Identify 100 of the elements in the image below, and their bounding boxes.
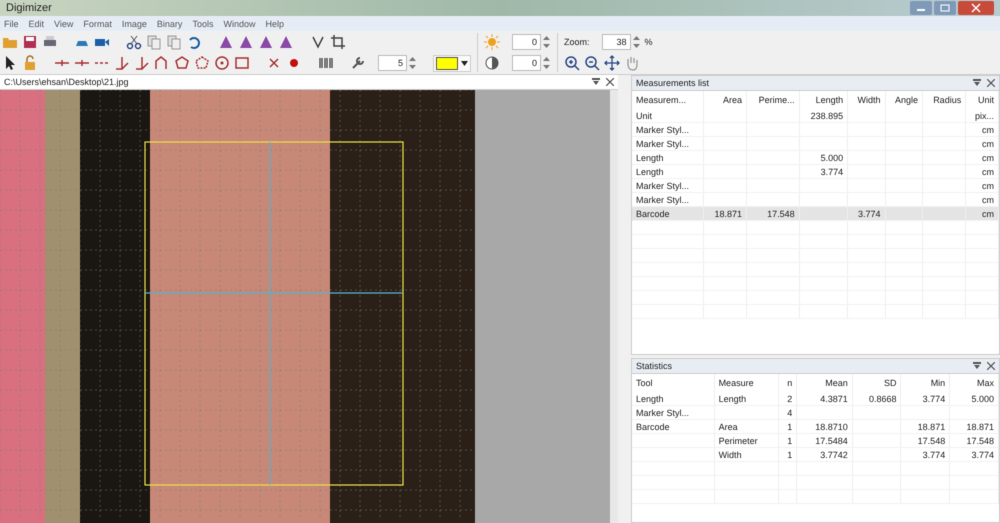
menu-item[interactable]: Help [265,18,284,28]
close-icon[interactable] [987,79,995,87]
column-header[interactable]: Measure [714,374,778,392]
table-cell: 0.8668 [868,394,896,404]
table-cell: 17.548 [966,436,994,446]
menu-item[interactable]: View [54,18,74,28]
table-row[interactable]: Barcode 18.871 17.548 3.774 cm [632,206,998,220]
table-cell: 18.871 [714,208,742,218]
column-header[interactable]: Length [799,91,848,109]
menu-item[interactable]: Edit [28,18,44,28]
column-header[interactable]: Measurem... [632,91,704,109]
table-cell: 4 [787,408,792,418]
table-cell: 3.7742 [820,450,848,460]
spin-field[interactable]: 5 [378,55,407,71]
table-cell: Barcode [636,422,670,432]
table-row[interactable]: Marker Styl... cm [632,178,998,192]
spinner-arrows-icon[interactable] [632,34,641,50]
polygon-icon[interactable] [174,55,190,71]
panel-title: Measurements list [636,78,710,88]
angle-icon[interactable] [134,55,150,71]
minimize-icon[interactable] [910,1,932,15]
column-header[interactable]: Radius [922,91,966,109]
table-row[interactable]: Marker Styl... cm [632,122,998,136]
column-header[interactable]: Tool [632,374,714,392]
table-cell: 18.871 [918,422,946,432]
table-cell: Marker Styl... [636,180,690,190]
column-header[interactable]: Perime... [746,91,800,109]
barcode-icon[interactable] [318,55,334,71]
column-header[interactable]: Min [900,374,950,392]
spinner-arrows-icon[interactable] [408,55,417,71]
table-cell: Perimeter [718,436,758,446]
table-cell: cm [982,208,994,218]
table-cell: cm [982,152,994,162]
menu-item[interactable]: Format [83,18,112,28]
dropdown-arrow-icon[interactable] [461,60,468,66]
table-cell: 5.000 [820,152,844,162]
spinner-arrows-icon[interactable] [542,55,551,71]
polyline-icon[interactable] [154,55,170,71]
wrench-icon[interactable] [350,55,366,71]
lock-icon[interactable] [22,55,38,71]
table-row[interactable]: Length 3.774 cm [632,164,998,178]
zoom-label: Zoom: [564,37,590,47]
triangle-icon[interactable] [258,34,274,50]
spin-field[interactable]: 0 [512,34,541,50]
table-row[interactable]: Marker Styl... cm [632,136,998,150]
table-cell: 1 [787,450,792,460]
spin-field[interactable]: 38 [602,34,631,50]
table-cell: Barcode [636,208,670,218]
column-header[interactable]: Mean [796,374,852,392]
table-cell: 2 [787,394,792,404]
circle-icon[interactable] [214,55,230,71]
column-header[interactable]: Unit [966,91,998,109]
column-header[interactable]: n [778,374,797,392]
menu-item[interactable]: File [4,18,19,28]
column-header[interactable]: Area [704,91,747,109]
spinner-arrows-icon[interactable] [542,34,551,50]
restore-icon[interactable] [934,1,956,15]
menu-item[interactable]: Image [122,18,147,28]
zoom-in-icon[interactable] [564,55,580,71]
menu-item[interactable]: Binary [156,18,182,28]
angle-icon[interactable] [114,55,130,71]
color-picker[interactable] [433,54,471,72]
menu-item[interactable]: Tools [192,18,214,28]
spin-field[interactable]: 0 [512,55,541,71]
table-cell: Marker Styl... [636,194,690,204]
table-cell: pix... [974,110,994,120]
column-header[interactable]: SD [852,374,901,392]
table-cell: cm [982,194,994,204]
table-row[interactable]: Length 5.000 cm [632,150,998,164]
dotted-polygon-icon[interactable] [194,55,210,71]
cut-icon[interactable] [126,34,142,50]
save-icon[interactable] [22,34,38,50]
rectangle-icon[interactable] [234,55,250,71]
column-header[interactable]: Width [848,91,886,109]
percent-label: % [644,37,653,47]
menu-item[interactable]: Window [223,18,256,28]
table-cell: 3.774 [922,450,946,460]
column-header[interactable]: Angle [885,91,922,109]
move-icon[interactable] [604,55,620,71]
table-cell: 1 [787,422,792,432]
table-cell: 3.774 [971,450,994,460]
table-cell: Length [636,152,664,162]
table-cell: Width [718,450,742,460]
table-row[interactable]: Unit 238.895 pix... [632,109,998,122]
crop-icon[interactable] [330,34,346,50]
close-icon[interactable] [958,1,994,15]
table-cell: Length [718,394,746,404]
triangle-icon[interactable] [278,34,294,50]
triangle-icon[interactable] [218,34,234,50]
contrast-icon[interactable] [484,55,500,71]
column-header[interactable]: Max [950,374,998,392]
triangle-icon[interactable] [238,34,254,50]
table-cell: 18.871 [966,422,994,432]
table-cell: Marker Styl... [636,124,690,134]
close-icon[interactable] [987,362,995,370]
scrollbar[interactable] [610,90,618,523]
table-cell: Marker Styl... [636,408,690,418]
close-icon[interactable] [606,78,614,86]
zoom-out-icon[interactable] [584,55,600,71]
file-path: C:\Users\ehsan\Desktop\21.jpg [4,77,130,87]
